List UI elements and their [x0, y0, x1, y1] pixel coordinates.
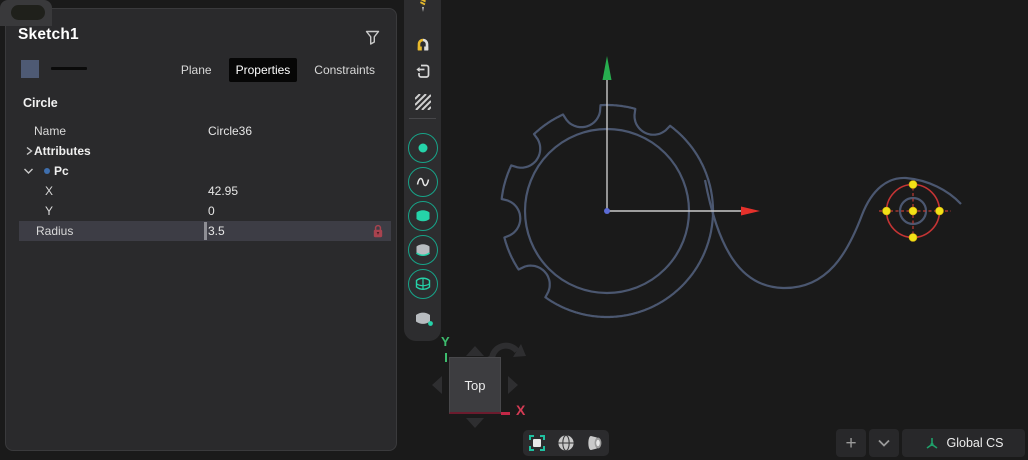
section-title: Circle [23, 96, 58, 110]
perspective-view-icon[interactable] [583, 432, 607, 454]
y-value[interactable]: 0 [208, 204, 215, 218]
cube-x-axis-tick [501, 412, 510, 415]
origin-point[interactable] [604, 208, 610, 214]
cube-arrow-down-icon[interactable] [466, 418, 484, 428]
y-axis-arrow-icon [602, 56, 612, 80]
coordinate-system-bar: + Global CS [836, 429, 1025, 457]
mesh-surface-icon [415, 277, 430, 290]
cube-arrow-left-icon[interactable] [432, 376, 442, 394]
row-label: Name [34, 124, 67, 138]
plus-icon: + [845, 432, 857, 454]
grip-pill-icon [11, 5, 45, 20]
row-label: Y [45, 204, 54, 218]
name-value[interactable]: Circle36 [208, 124, 252, 138]
point-icon [418, 143, 427, 153]
circle-handle[interactable] [908, 180, 918, 189]
radius-input[interactable]: 3.5 [208, 224, 225, 238]
cube-x-axis-label: X [516, 402, 526, 418]
tool-rail [404, 0, 441, 341]
row-label: X [45, 184, 54, 198]
row-pc[interactable]: Pc [6, 161, 396, 181]
x-axis-arrow-icon [741, 206, 760, 216]
circle-handle[interactable] [935, 206, 944, 216]
sketch-properties-panel: Sketch1 Plane Properties Constraints Cir… [5, 8, 397, 451]
lock-icon[interactable] [372, 223, 384, 239]
panel-tabs: Plane Properties Constraints [174, 58, 382, 82]
point-tool-button[interactable] [407, 133, 438, 163]
tab-plane[interactable]: Plane [174, 58, 219, 82]
pc-point-icon [44, 168, 50, 174]
x-value[interactable]: 42.95 [208, 184, 238, 198]
color-swatch[interactable] [21, 60, 39, 78]
surface-fill-icon [416, 210, 429, 222]
line-style-preview [51, 67, 87, 70]
row-name[interactable]: Name Circle36 [6, 121, 396, 141]
tab-properties[interactable]: Properties [228, 58, 298, 82]
spline-icon [416, 177, 429, 187]
add-cs-button[interactable]: + [836, 429, 866, 457]
view-nav-toolbar [523, 430, 609, 456]
surface-gray-icon [415, 244, 430, 256]
surface-modifier-icon[interactable] [404, 308, 441, 327]
surface-gray-tool-button[interactable] [407, 235, 438, 265]
spline-curve[interactable] [703, 176, 962, 290]
hatch-icon[interactable] [404, 94, 441, 110]
row-attributes[interactable]: Attributes [6, 141, 396, 161]
cube-arrow-up-icon[interactable] [466, 346, 484, 356]
property-rows: Name Circle36 Attributes Pc X 42.95 Y 0 … [6, 121, 396, 241]
row-radius[interactable]: Radius 3.5 [6, 221, 396, 241]
row-x[interactable]: X 42.95 [6, 181, 396, 201]
filter-icon [365, 30, 379, 45]
row-label: Radius [36, 224, 74, 238]
cube-y-axis-label: Y [441, 334, 450, 349]
view-cube-face-top[interactable]: Top [449, 357, 501, 414]
chevron-down-icon [878, 439, 890, 447]
global-cs-button[interactable]: Global CS [902, 429, 1025, 457]
coordinate-system-icon [926, 438, 937, 449]
row-y[interactable]: Y 0 [6, 201, 396, 221]
exit-sketch-icon[interactable] [404, 63, 441, 80]
spline-tool-button[interactable] [407, 167, 438, 197]
value-divider [204, 222, 207, 240]
tab-constraints[interactable]: Constraints [307, 58, 382, 82]
mesh-surface-tool-button[interactable] [407, 269, 438, 299]
view-cube: Top Y X [428, 332, 532, 432]
cs-dropdown-button[interactable] [869, 429, 899, 457]
row-label: Pc [54, 164, 69, 178]
cube-y-axis-tick [445, 353, 447, 362]
panel-title: Sketch1 [18, 26, 79, 43]
measure-tool-icon[interactable] [404, 37, 441, 52]
panel-grip[interactable] [0, 0, 52, 26]
view-cube-label: Top [464, 377, 486, 393]
surface-fill-tool-button[interactable] [407, 201, 438, 231]
orthographic-view-icon[interactable] [554, 432, 578, 454]
circle-handle[interactable] [908, 233, 918, 242]
global-cs-label: Global CS [946, 436, 1004, 450]
chevron-right-icon[interactable] [25, 146, 33, 156]
app-window: Top Y X + Global CS Sketch1 Plane Proper… [0, 0, 1028, 460]
rail-divider [409, 118, 436, 119]
chevron-down-icon[interactable] [23, 167, 34, 176]
zoom-fit-icon[interactable] [525, 432, 549, 454]
filter-button[interactable] [362, 27, 382, 47]
cube-arrow-right-icon[interactable] [508, 376, 518, 394]
circle-handle[interactable] [882, 206, 891, 216]
drill-tool-icon[interactable] [404, 0, 441, 14]
row-label: Attributes [34, 144, 91, 158]
circle-handle[interactable] [908, 206, 918, 216]
